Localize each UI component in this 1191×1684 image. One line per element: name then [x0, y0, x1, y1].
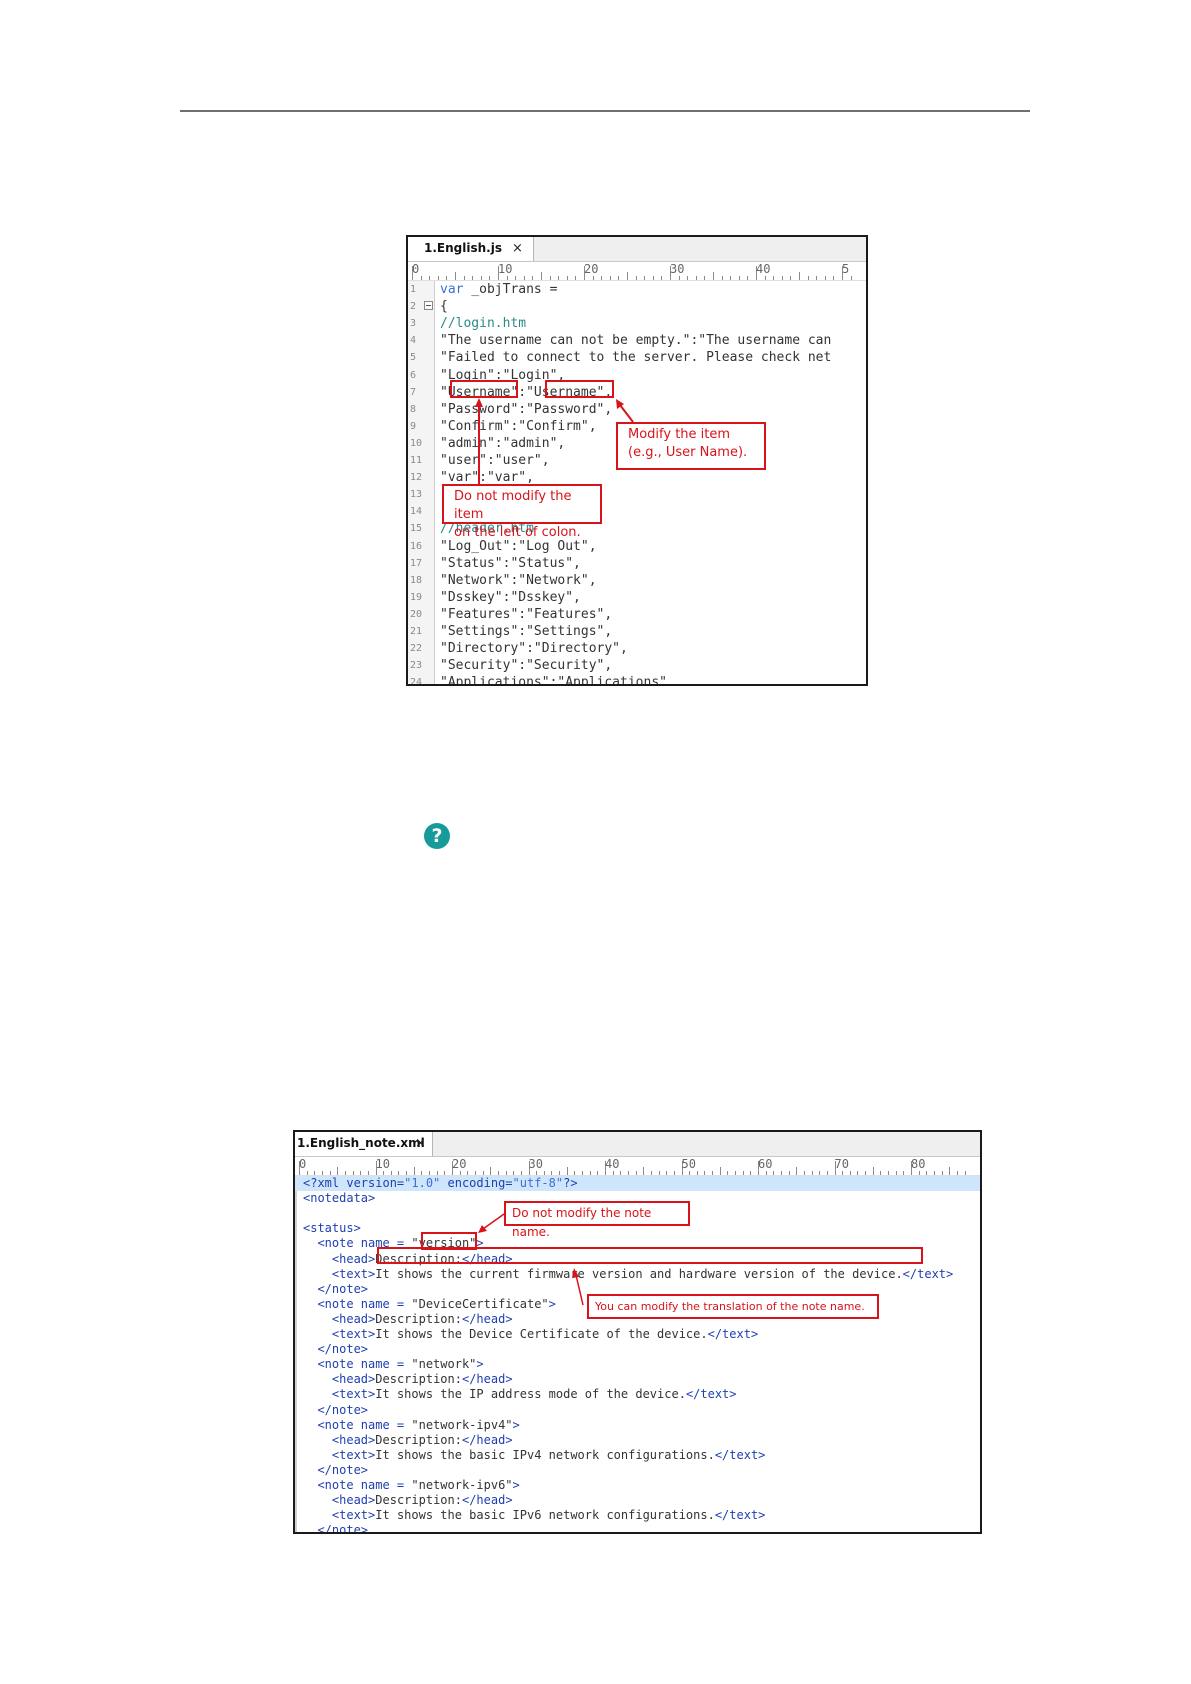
js-editor-screenshot: 1.English.js × 0 10 20 30 40 5 1 2 3 4 5 6 7 8 9 10 11 1…: [406, 235, 868, 686]
arrow-to-key-head: [475, 398, 483, 407]
annotation-arrows: [475, 398, 634, 484]
annotation-arrows: [478, 1213, 584, 1306]
xml-editor-screenshot: 1.English_note.xml × 010203040506070809 …: [293, 1130, 982, 1534]
question-mark-icon: ?: [424, 823, 450, 849]
arrow-to-note-text: [575, 1274, 584, 1306]
arrow-to-value: [619, 404, 634, 423]
arrow-to-note-name: [482, 1213, 505, 1230]
arrow-to-note-text-head: [572, 1268, 579, 1278]
page-header-rule: [180, 110, 1030, 112]
